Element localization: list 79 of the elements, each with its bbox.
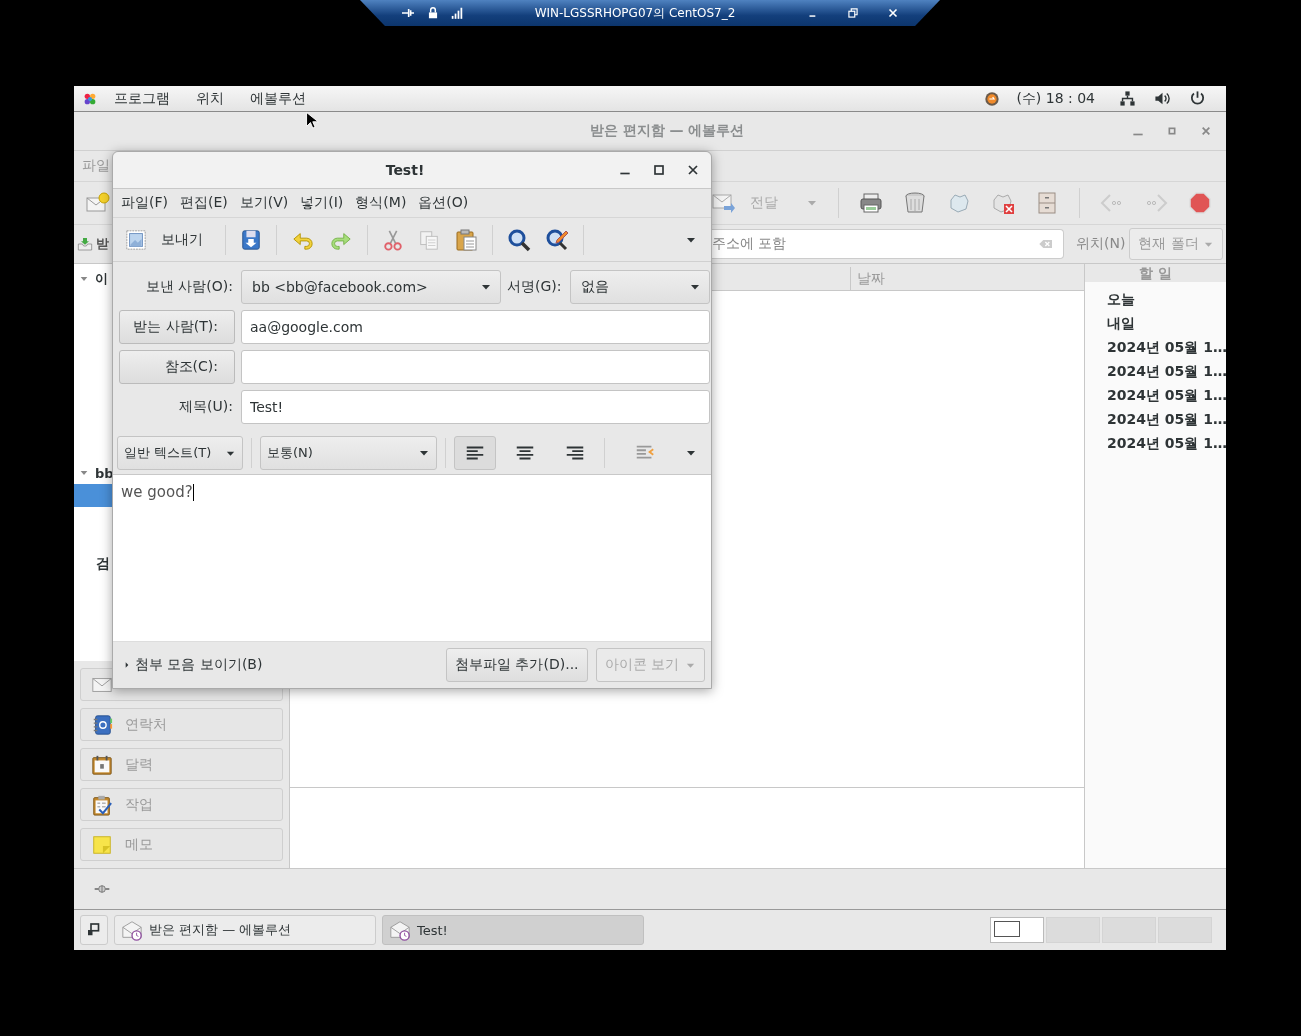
close-icon[interactable]: [886, 6, 900, 20]
scope-label: 위치(N): [1076, 235, 1126, 253]
connection-title: WIN-LGSSRHOPG07의 CentOS7_2: [534, 4, 736, 22]
lock-icon[interactable]: [426, 6, 440, 20]
find-replace-icon[interactable]: [545, 227, 569, 252]
forward-mail-icon[interactable]: [712, 191, 736, 215]
clock[interactable]: (수) 18 : 04: [1016, 89, 1095, 108]
paper-icon[interactable]: [947, 191, 971, 215]
expander-icon[interactable]: [123, 660, 131, 670]
mail-clock-icon: [389, 919, 411, 941]
folder-name[interactable]: 이: [95, 270, 108, 288]
cc-button[interactable]: 참조(C):: [119, 350, 235, 384]
trash-icon[interactable]: [903, 191, 927, 215]
add-attachment-button[interactable]: 첨부파일 추가(D)...: [446, 648, 588, 682]
attachment-toggle[interactable]: 첨부 모음 보이기(B): [135, 656, 263, 674]
paragraph-dropdown[interactable]: 보통(N): [260, 436, 437, 470]
todo-item[interactable]: 2024년 05월 1…: [1085, 383, 1226, 407]
search-icon[interactable]: [507, 227, 531, 252]
volume-icon[interactable]: [1154, 90, 1171, 107]
mail-clock-icon: [121, 919, 143, 941]
search-field[interactable]: 주소에 포함: [712, 229, 1064, 259]
window-title: Test!: [384, 162, 426, 178]
send-button[interactable]: 보내기: [125, 228, 203, 251]
calendar-icon: [91, 753, 113, 776]
menu-item[interactable]: 편집(E): [174, 194, 234, 212]
window-title: 받은 편지함 — 에볼루션: [588, 122, 746, 140]
from-dropdown[interactable]: bb <bb@facebook.com>: [241, 270, 501, 304]
from-label: 보낸 사람(O):: [144, 278, 234, 296]
workspace[interactable]: [990, 917, 1044, 943]
power-icon[interactable]: [1189, 90, 1206, 107]
folder-name[interactable]: bb: [95, 465, 114, 481]
to-button[interactable]: 받는 사람(T):: [119, 310, 235, 344]
signal-icon[interactable]: [450, 6, 464, 20]
taskbar-item[interactable]: Test!: [382, 915, 644, 945]
subject-field[interactable]: Test!: [241, 390, 710, 424]
todo-item[interactable]: 2024년 05월 1…: [1085, 359, 1226, 383]
message-body-field[interactable]: we good?: [113, 475, 711, 641]
signature-dropdown[interactable]: 없음: [569, 270, 710, 304]
todo-item[interactable]: 2024년 05월 1…: [1085, 335, 1226, 359]
restore-icon[interactable]: [846, 6, 860, 20]
clipboard-check-icon: [91, 793, 113, 816]
cabinet-icon[interactable]: [1035, 191, 1059, 215]
todo-item[interactable]: 오늘: [1085, 287, 1226, 311]
menu-item[interactable]: 파일(F): [115, 194, 174, 212]
address-book-icon: [91, 713, 113, 736]
mouse-pointer-icon: [305, 111, 319, 131]
paste-icon[interactable]: [454, 227, 478, 252]
note-icon: [91, 833, 113, 856]
paper-x-icon[interactable]: [991, 191, 1015, 215]
print-icon[interactable]: [859, 191, 883, 215]
signature-label: 서명(G):: [507, 278, 563, 296]
network-icon[interactable]: [1119, 90, 1136, 107]
menu-item[interactable]: 형식(M): [349, 194, 413, 212]
panel-menu[interactable]: 위치: [186, 89, 234, 108]
todo-header: 할 일: [1138, 264, 1173, 282]
search-folders-header: 검: [95, 555, 111, 573]
save-icon[interactable]: [240, 227, 262, 252]
inbox-icon[interactable]: [77, 236, 93, 252]
stamp-icon: [125, 228, 147, 251]
cc-field[interactable]: [241, 350, 710, 384]
menu-item[interactable]: 보기(V): [233, 194, 295, 212]
mode-dropdown[interactable]: 일반 텍스트(T): [117, 436, 243, 470]
panel-menu[interactable]: 프로그램: [104, 89, 180, 108]
align-button[interactable]: [454, 436, 496, 470]
menu-item[interactable]: 옵션(O): [412, 194, 475, 212]
stop-icon[interactable]: [1188, 191, 1212, 215]
taskbar-item[interactable]: 받은 편지함 — 에볼루션: [114, 915, 376, 945]
menu-item[interactable]: 넣기(I): [294, 194, 350, 212]
status-icon[interactable]: [984, 90, 1001, 107]
todo-item[interactable]: 2024년 05월 1…: [1085, 431, 1226, 455]
todo-item[interactable]: 내일: [1085, 311, 1226, 335]
new-mail-icon[interactable]: [86, 191, 110, 215]
show-desktop-button[interactable]: [80, 915, 108, 945]
subject-label: 제목(U):: [178, 398, 234, 416]
maximize-icon[interactable]: [651, 162, 667, 178]
todo-item[interactable]: 2024년 05월 1…: [1085, 407, 1226, 431]
account-name[interactable]: 받: [96, 235, 109, 253]
panel-menu[interactable]: 에볼루션: [240, 89, 316, 108]
to-field[interactable]: aa@google.com: [241, 310, 710, 344]
